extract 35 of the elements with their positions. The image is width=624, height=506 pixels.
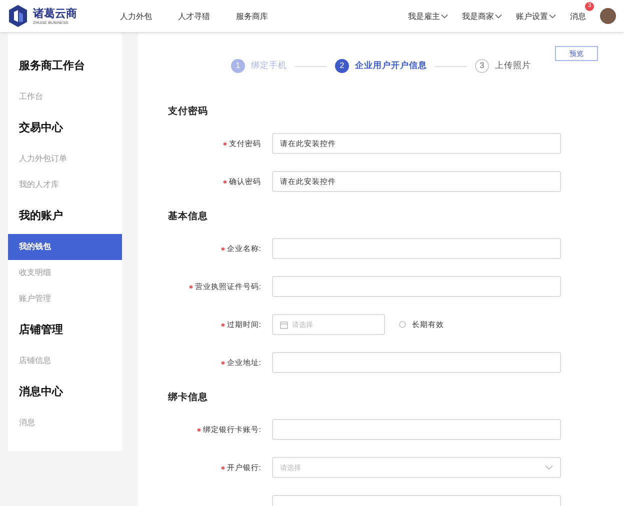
sidebar-heading: 服务商工作台	[18, 58, 86, 74]
radio-button[interactable]	[399, 321, 406, 328]
brand-name: 诸葛云商	[33, 8, 77, 20]
chevron-icon	[545, 465, 553, 470]
nav-link[interactable]: 服务商库	[236, 10, 268, 22]
sidebar-heading: 交易中心	[18, 120, 64, 136]
sidebar-heading: 店铺管理	[18, 322, 64, 338]
step-number: 1	[231, 59, 245, 73]
input-field[interactable]	[272, 419, 561, 440]
caret-icon	[495, 14, 502, 18]
caret-icon	[549, 14, 556, 18]
messages-link[interactable]: 消息	[570, 10, 586, 22]
sidebar-heading: 消息中心	[18, 384, 64, 400]
input-field[interactable]	[272, 276, 561, 297]
step-label: 绑定手机	[251, 60, 287, 72]
menu-dropdown[interactable]: 我是商家	[462, 10, 502, 22]
caret-icon	[441, 14, 448, 18]
menu-dropdown[interactable]: 我是雇主	[408, 10, 448, 22]
logo-icon	[8, 5, 28, 27]
nav-link[interactable]: 人力外包	[120, 10, 152, 22]
sidebar-heading: 我的账户	[18, 208, 64, 224]
avatar[interactable]	[600, 8, 616, 24]
input-field[interactable]	[272, 352, 561, 373]
step-number: 2	[335, 59, 349, 73]
calendar-icon	[280, 320, 288, 328]
sidebar-item[interactable]: 我的钱包	[8, 234, 122, 260]
input-field[interactable]	[272, 238, 561, 259]
section-title: 支付密码	[168, 104, 209, 119]
menu-dropdown[interactable]: 账户设置	[516, 10, 556, 22]
nav-link[interactable]: 人才寻猎	[178, 10, 210, 22]
section-title: 绑卡信息	[168, 391, 209, 405]
step-label: 企业用户开户信息	[355, 60, 427, 72]
step-number: 3	[475, 59, 489, 73]
step-label: 上传照片	[495, 60, 531, 72]
section-title: 基本信息	[168, 210, 209, 224]
